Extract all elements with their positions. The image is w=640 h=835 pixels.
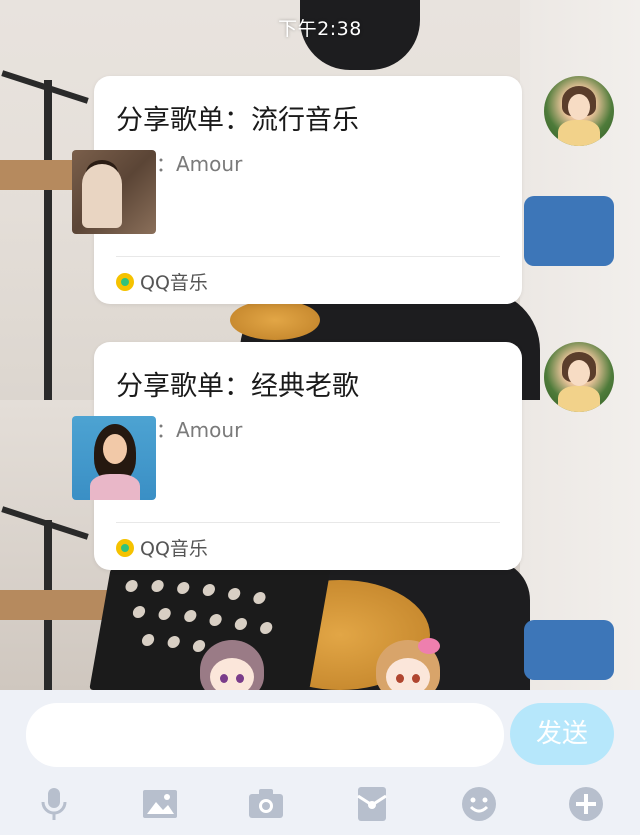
bow-decoration	[418, 638, 440, 654]
qq-music-icon	[116, 272, 134, 291]
playlist-title: 分享歌单：流行音乐	[116, 105, 359, 136]
plus-icon[interactable]	[562, 780, 610, 828]
message-input[interactable]	[26, 703, 504, 767]
input-toolbar	[0, 776, 640, 831]
sender-avatar[interactable]	[544, 76, 614, 146]
playlist-cover-image	[72, 150, 156, 234]
microphone-icon[interactable]	[30, 780, 78, 828]
playlist-share-card[interactable]: 分享歌单：流行音乐 来自：Amour QQ音乐	[72, 76, 522, 304]
background-chair-lower	[524, 620, 614, 680]
playlist-cover-image	[72, 416, 156, 500]
camera-icon[interactable]	[242, 780, 290, 828]
playlist-share-card[interactable]: 分享歌单：经典老歌 来自：Amour QQ音乐	[72, 342, 522, 570]
emoji-icon[interactable]	[455, 780, 503, 828]
mic-stand	[44, 80, 52, 400]
status-bar-time: 下午2:38	[278, 18, 362, 40]
source-label: QQ音乐	[140, 538, 208, 560]
background-guitar	[230, 300, 320, 340]
source-label: QQ音乐	[140, 272, 208, 294]
card-divider	[116, 256, 500, 257]
red-packet-icon[interactable]	[348, 780, 396, 828]
qq-music-icon	[116, 538, 134, 557]
card-source: QQ音乐	[116, 534, 208, 561]
sender-avatar[interactable]	[544, 342, 614, 412]
playlist-title: 分享歌单：经典老歌	[116, 371, 359, 402]
send-button[interactable]: 发送	[510, 703, 614, 765]
image-icon[interactable]	[136, 780, 184, 828]
card-source: QQ音乐	[116, 268, 208, 295]
background-chair	[524, 196, 614, 266]
card-divider	[116, 522, 500, 523]
